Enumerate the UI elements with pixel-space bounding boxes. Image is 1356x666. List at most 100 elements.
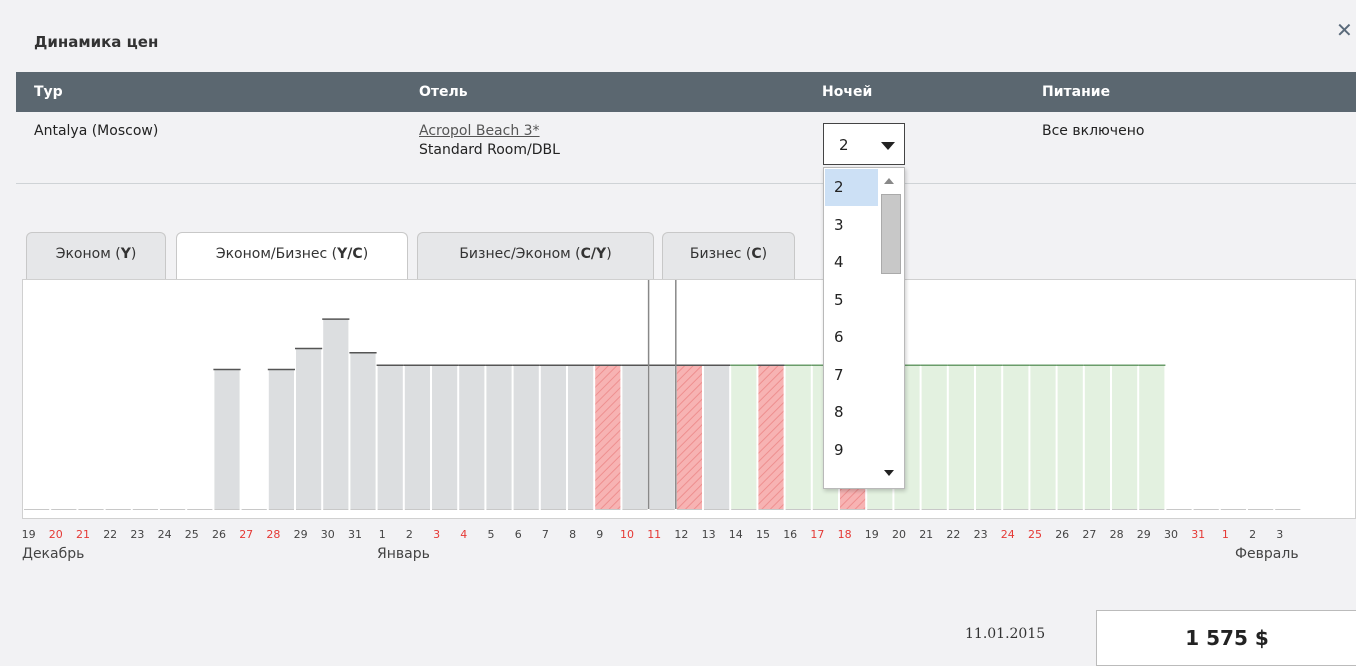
day-label: 20 xyxy=(892,528,906,541)
meal-plan: Все включено xyxy=(1042,123,1145,139)
scroll-up-icon[interactable] xyxy=(884,178,894,184)
day-label: 12 xyxy=(674,528,688,541)
price-chart-svg xyxy=(24,280,1301,510)
chart-bar xyxy=(350,352,376,509)
day-label: 7 xyxy=(542,528,549,541)
chart-bar xyxy=(1030,364,1056,509)
day-label: 15 xyxy=(756,528,770,541)
day-label: 4 xyxy=(460,528,467,541)
day-label: 23 xyxy=(974,528,988,541)
day-label: 27 xyxy=(239,528,253,541)
day-label: 9 xyxy=(596,528,603,541)
close-icon[interactable]: ✕ xyxy=(1336,18,1353,42)
chart-bar xyxy=(785,364,811,509)
header-hotel: Отель xyxy=(419,84,468,100)
chart-bar xyxy=(595,364,621,509)
chart-bar xyxy=(377,364,403,509)
nights-option[interactable]: 7 xyxy=(825,357,878,394)
nights-option[interactable]: 3 xyxy=(825,207,878,244)
nights-option[interactable]: 5 xyxy=(825,282,878,319)
tab-business[interactable]: Бизнес (C) xyxy=(662,232,795,279)
dialog-title: Динамика цен xyxy=(34,33,159,51)
table-header: Тур Отель Ночей Питание xyxy=(16,72,1356,112)
day-label: 25 xyxy=(185,528,199,541)
day-label: 1 xyxy=(1222,528,1229,541)
nights-select-value: 2 xyxy=(839,136,849,154)
day-label: 28 xyxy=(266,528,280,541)
day-label: 8 xyxy=(569,528,576,541)
room-type: Standard Room/DBL xyxy=(419,142,560,158)
chart-bar xyxy=(976,364,1002,509)
chart-bar xyxy=(323,318,349,509)
day-label: 30 xyxy=(1164,528,1178,541)
day-label: 28 xyxy=(1110,528,1124,541)
chart-bar xyxy=(948,364,974,509)
day-label: 24 xyxy=(1001,528,1015,541)
day-label: 14 xyxy=(729,528,743,541)
tour-name: Antalya (Moscow) xyxy=(34,123,159,139)
day-label: 26 xyxy=(1055,528,1069,541)
chart-bar xyxy=(649,364,675,509)
chart-bar xyxy=(1057,364,1083,509)
price-chart[interactable] xyxy=(22,279,1356,519)
day-label: 1 xyxy=(379,528,386,541)
divider xyxy=(16,183,1356,184)
chart-bar xyxy=(1139,364,1165,509)
chart-bar xyxy=(513,364,539,509)
tab-business-economy[interactable]: Бизнес/Эконом (C/Y) xyxy=(417,232,654,279)
hotel-name-link[interactable]: Acropol Beach 3* xyxy=(419,123,540,139)
scroll-down-icon[interactable] xyxy=(884,470,894,476)
nights-option[interactable]: 9 xyxy=(825,432,878,469)
day-label: 27 xyxy=(1082,528,1096,541)
day-label: 10 xyxy=(620,528,634,541)
chart-bar xyxy=(214,369,240,509)
day-label: 30 xyxy=(321,528,335,541)
tab-economy-business[interactable]: Эконом/Бизнес (Y/C) xyxy=(176,232,408,280)
day-label: 3 xyxy=(1276,528,1283,541)
nights-option[interactable]: 8 xyxy=(825,394,878,431)
nights-option[interactable]: 6 xyxy=(825,319,878,356)
tab-economy[interactable]: Эконом (Y) xyxy=(26,232,166,279)
chart-bar xyxy=(1084,364,1110,509)
day-label: 16 xyxy=(783,528,797,541)
chart-bar xyxy=(432,364,458,509)
day-label: 2 xyxy=(1249,528,1256,541)
chart-bar xyxy=(296,348,322,509)
day-label: 19 xyxy=(865,528,879,541)
header-tour: Тур xyxy=(34,84,63,100)
day-label: 25 xyxy=(1028,528,1042,541)
day-label: 31 xyxy=(1191,528,1205,541)
nights-select[interactable]: 2 xyxy=(823,123,905,165)
nights-option[interactable]: 2 xyxy=(825,169,878,206)
day-labels: 19 20 21 22 23 24 25 26 27 28 29 30 31 1 2 3 4 5 6 7 8 9 10 11 1… xyxy=(22,528,1284,541)
nights-dropdown[interactable]: 23456789 xyxy=(823,167,905,489)
selected-date: 11.01.2015 xyxy=(965,626,1046,642)
chart-bar xyxy=(758,364,784,509)
chart-bar xyxy=(676,364,702,509)
month-label-december: Декабрь xyxy=(22,546,85,562)
chart-bar xyxy=(486,364,512,509)
chart-bar xyxy=(404,364,430,509)
day-label: 24 xyxy=(158,528,172,541)
chart-bar xyxy=(731,364,757,509)
chart-bar xyxy=(268,369,294,509)
day-label: 22 xyxy=(946,528,960,541)
chevron-down-icon xyxy=(881,142,895,150)
day-label: 21 xyxy=(76,528,90,541)
chart-bar xyxy=(568,364,594,509)
day-label: 5 xyxy=(488,528,495,541)
day-label: 6 xyxy=(515,528,522,541)
day-label: 29 xyxy=(294,528,308,541)
nights-option[interactable]: 4 xyxy=(825,244,878,281)
day-label: 23 xyxy=(130,528,144,541)
header-meal: Питание xyxy=(1042,84,1111,100)
day-label: 3 xyxy=(433,528,440,541)
chart-bar xyxy=(921,364,947,509)
day-label: 21 xyxy=(919,528,933,541)
header-nights: Ночей xyxy=(822,84,873,100)
day-label: 11 xyxy=(647,528,661,541)
day-label: 26 xyxy=(212,528,226,541)
scrollbar-thumb[interactable] xyxy=(881,194,901,274)
month-label-february: Февраль xyxy=(1235,546,1299,562)
day-label: 17 xyxy=(810,528,824,541)
